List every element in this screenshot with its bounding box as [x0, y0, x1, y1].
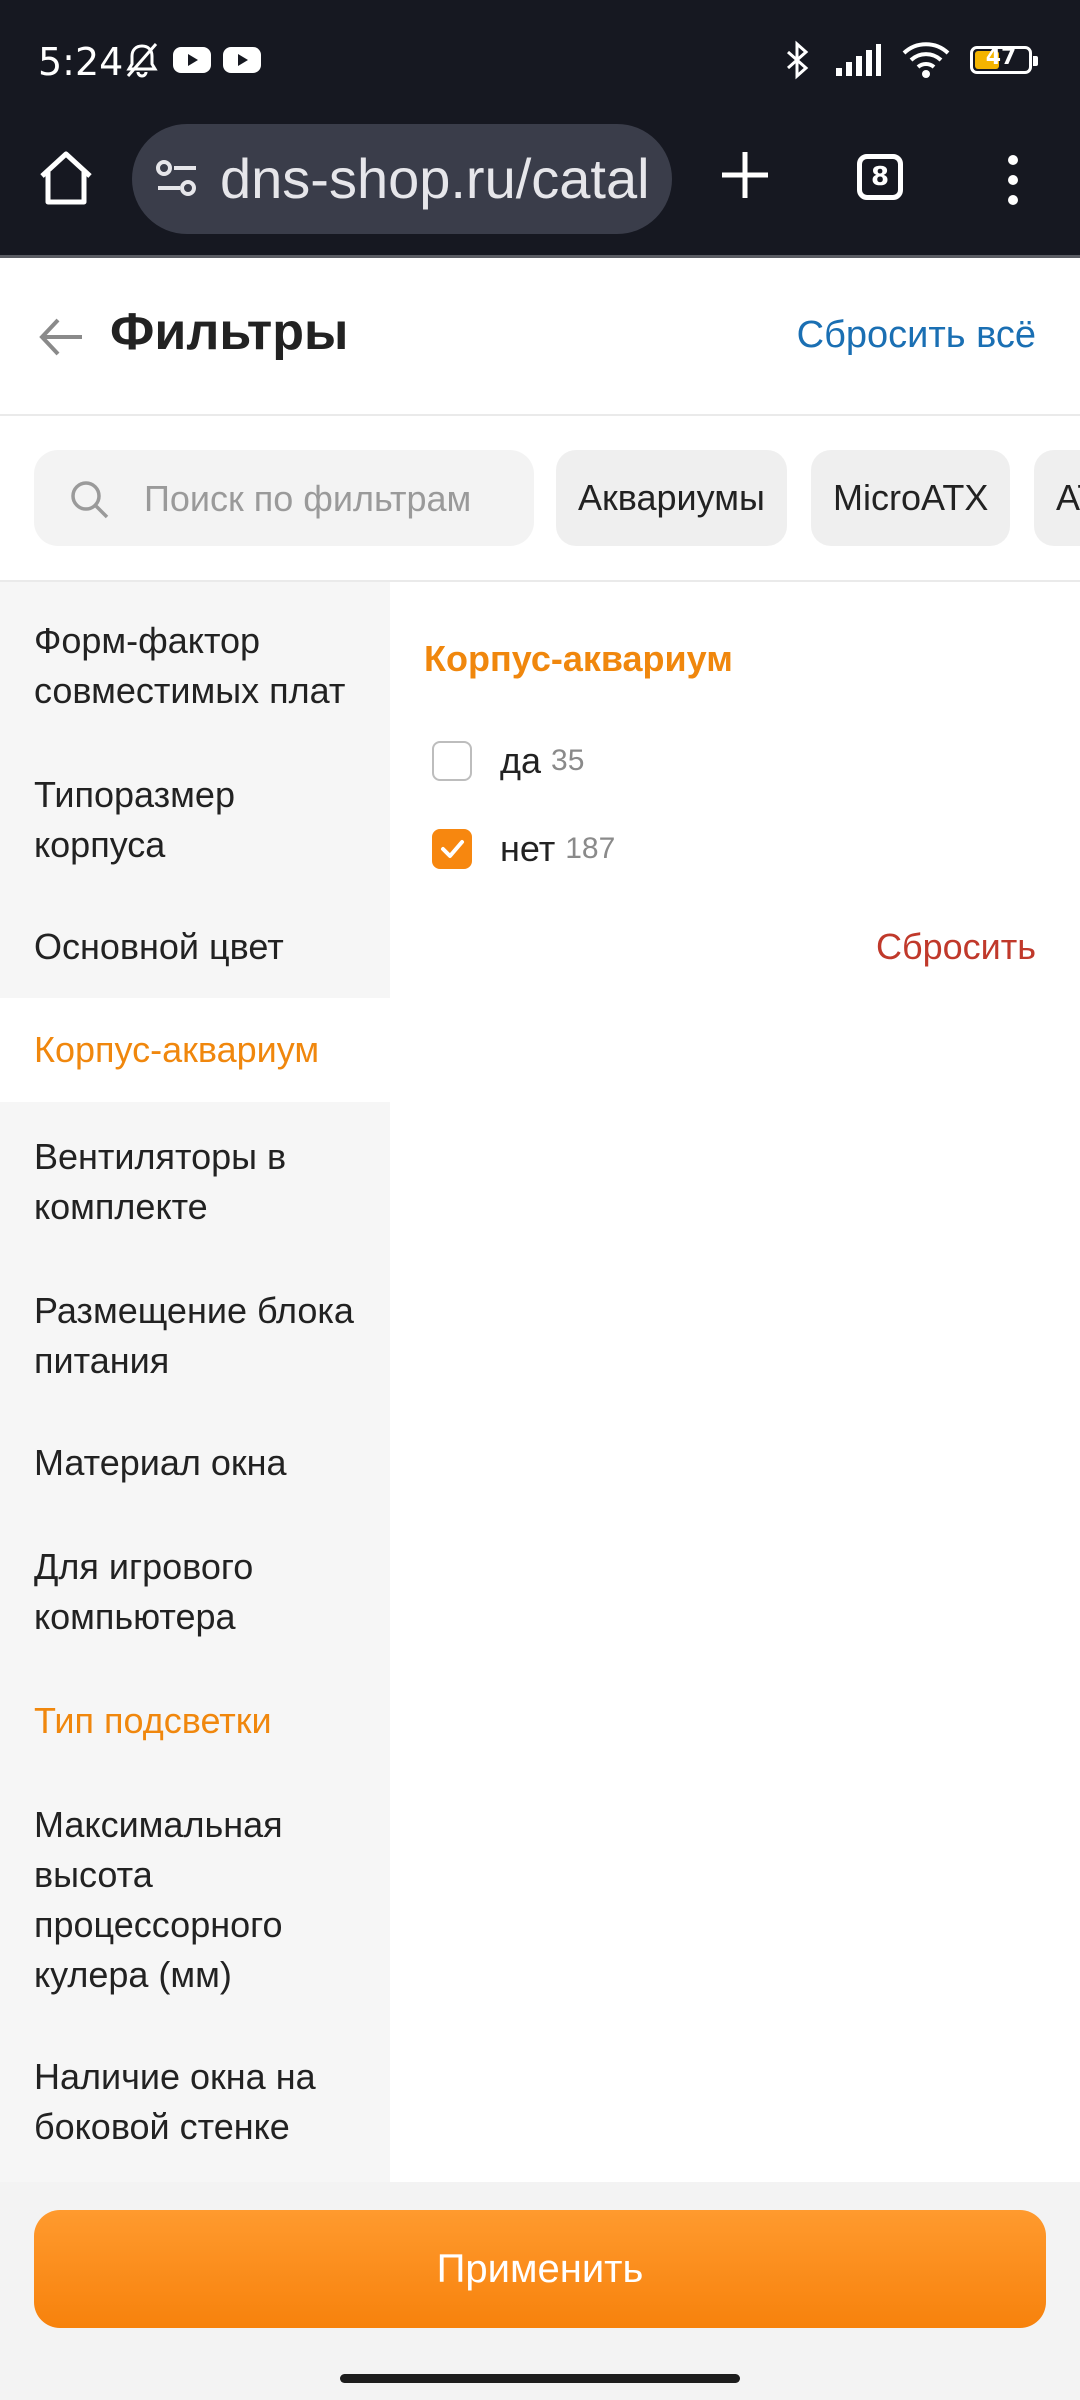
sidebar-item-fans-included[interactable]: Вентиляторы в комплекте	[0, 1132, 330, 1232]
filter-category-list: Форм-фактор совместимых плат Типоразмер …	[0, 582, 390, 2182]
tab-switcher-button[interactable]: 8	[857, 154, 903, 200]
apply-button[interactable]: Применить	[34, 2210, 1046, 2328]
reset-all-button[interactable]: Сбросить всё	[797, 314, 1036, 357]
reset-filter-button[interactable]: Сбросить	[876, 926, 1036, 968]
option-yes[interactable]: да 35	[432, 736, 584, 786]
youtube-icon	[223, 47, 261, 73]
home-icon[interactable]	[36, 148, 96, 208]
back-arrow-icon[interactable]	[36, 312, 88, 362]
search-row: Аквариумы MicroATX AT	[0, 416, 1080, 582]
site-settings-icon[interactable]	[154, 156, 200, 202]
youtube-icon	[173, 47, 211, 73]
home-indicator[interactable]	[340, 2374, 740, 2383]
checkbox-yes[interactable]	[432, 741, 472, 781]
battery-icon: 47	[970, 45, 1038, 74]
checkbox-no[interactable]	[432, 829, 472, 869]
sidebar-item-side-window[interactable]: Наличие окна на боковой стенке	[0, 2052, 340, 2152]
filter-section-title: Корпус-аквариум	[424, 638, 733, 679]
option-label: да	[500, 740, 542, 781]
more-menu-icon[interactable]	[998, 150, 1028, 210]
chip-microatx[interactable]: MicroATX	[811, 450, 1011, 546]
option-count: 187	[565, 832, 616, 865]
option-label: нет	[500, 828, 556, 869]
sidebar-item-gaming[interactable]: Для игрового компьютера	[0, 1542, 300, 1642]
option-no[interactable]: нет 187	[432, 824, 615, 874]
browser-toolbar: dns-shop.ru/catal 8	[0, 120, 1080, 258]
filter-options-panel: Корпус-аквариум да 35 нет 187 Сбросить	[390, 582, 1080, 2182]
sidebar-item-main-color[interactable]: Основной цвет	[0, 922, 390, 972]
option-count: 35	[551, 744, 585, 777]
footer: Применить	[0, 2182, 1080, 2400]
status-time: 5:24	[38, 40, 124, 84]
sidebar-item-form-factor[interactable]: Форм-фактор совместимых плат	[0, 616, 380, 716]
filters-header: Фильтры Сбросить всё	[0, 258, 1080, 416]
sidebar-item-psu-placement[interactable]: Размещение блока питания	[0, 1286, 380, 1386]
signal-icon	[836, 44, 881, 76]
bell-off-icon	[126, 43, 158, 78]
status-right-icons: 47	[780, 40, 1038, 80]
url-text[interactable]: dns-shop.ru/catal	[220, 146, 650, 211]
page-title: Фильтры	[110, 303, 349, 361]
filter-search-input[interactable]	[142, 450, 526, 548]
address-bar[interactable]: dns-shop.ru/catal	[132, 124, 672, 234]
sidebar-item-case-size[interactable]: Типоразмер корпуса	[0, 770, 300, 870]
new-tab-icon[interactable]	[710, 140, 780, 210]
filter-search-box[interactable]	[34, 450, 534, 548]
chip-aquariums[interactable]: Аквариумы	[556, 450, 787, 546]
sidebar-item-aquarium-case[interactable]: Корпус-аквариум	[0, 998, 390, 1102]
status-bar: 5:24 47	[0, 0, 1080, 120]
notification-icons	[122, 40, 262, 80]
bluetooth-icon	[787, 40, 809, 80]
battery-level: 47	[985, 45, 1017, 70]
wifi-icon	[902, 42, 950, 78]
sidebar-item-window-material[interactable]: Материал окна	[0, 1438, 390, 1488]
chip-atx[interactable]: AT	[1034, 450, 1080, 546]
search-icon	[71, 481, 109, 519]
checkmark-icon	[441, 840, 464, 858]
sidebar-item-cooler-height[interactable]: Максимальная высота процессорного кулера…	[0, 1800, 320, 2000]
sidebar-item-backlight-type[interactable]: Тип подсветки	[0, 1696, 390, 1746]
